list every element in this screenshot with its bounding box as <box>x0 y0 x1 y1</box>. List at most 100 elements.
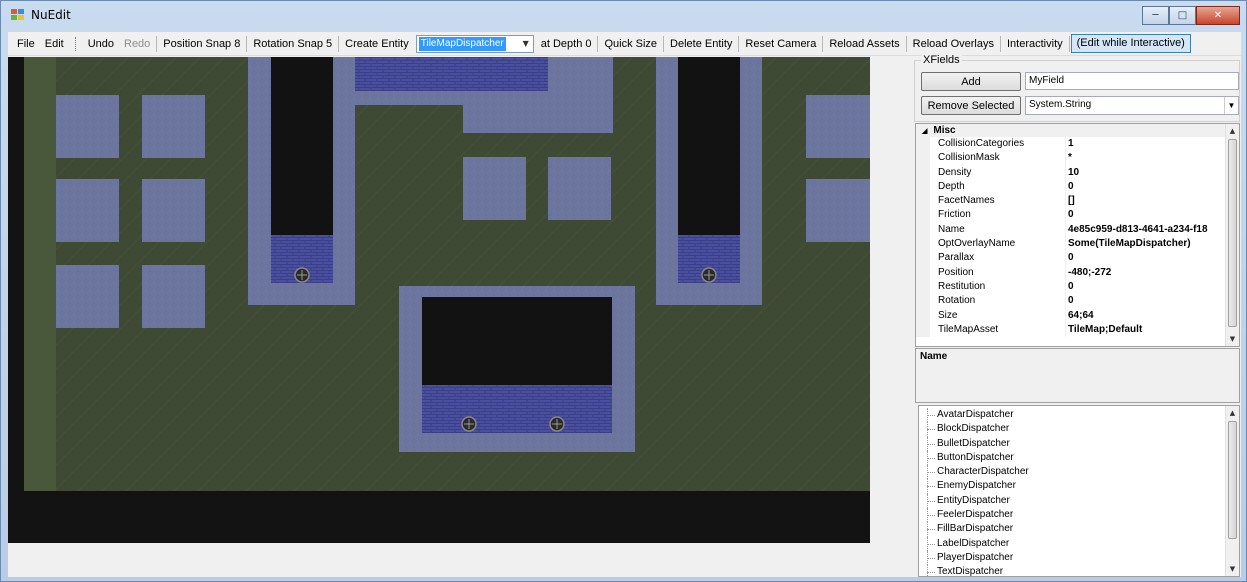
minimize-icon: ─ <box>1152 10 1159 21</box>
tree-item[interactable]: ButtonDispatcher <box>919 450 1239 466</box>
reload-overlays-button[interactable]: Reload Overlays <box>908 34 999 54</box>
tilemap-canvas <box>8 57 870 543</box>
tree-item[interactable]: FeelerDispatcher <box>919 508 1239 523</box>
property-value[interactable]: 0 <box>1068 251 1225 265</box>
at-depth-value[interactable]: 0 <box>585 34 596 54</box>
property-value[interactable]: 4e85c959-d813-4641-a234-f18 <box>1068 223 1225 237</box>
menu-edit[interactable]: Edit <box>40 34 69 54</box>
property-row[interactable]: OptOverlayName Some(TileMapDispatcher) <box>916 237 1239 252</box>
property-value[interactable]: 0 <box>1068 294 1225 308</box>
property-row[interactable]: CollisionCategories 1 <box>916 137 1239 152</box>
tree-item[interactable]: AvatarDispatcher <box>919 408 1239 423</box>
reload-assets-button[interactable]: Reload Assets <box>824 34 904 54</box>
property-grid[interactable]: ◢ Misc CollisionCategories 1 CollisionMask *… <box>915 123 1240 347</box>
property-grid-scrollbar[interactable]: ▲ ▼ <box>1225 124 1239 346</box>
tree-item[interactable]: CharacterDispatcher <box>919 465 1239 480</box>
center-pit-structure <box>399 286 635 452</box>
property-category[interactable]: ◢ Misc <box>916 124 1239 137</box>
property-value[interactable]: 64;64 <box>1068 309 1225 323</box>
minimize-button[interactable]: ─ <box>1142 6 1169 25</box>
separator <box>905 35 907 52</box>
edit-while-interactive-toggle[interactable]: (Edit while Interactive) <box>1070 34 1191 53</box>
property-row[interactable]: Position -480;-272 <box>916 265 1239 280</box>
close-button[interactable]: ✕ <box>1196 6 1240 25</box>
separator <box>156 35 158 52</box>
property-value[interactable]: -480;-272 <box>1068 266 1225 280</box>
property-value[interactable]: TileMap;Default <box>1068 323 1225 337</box>
property-value[interactable]: 0 <box>1068 280 1225 294</box>
maximize-icon: □ <box>1177 10 1188 21</box>
description-title: Name <box>920 351 948 362</box>
property-row[interactable]: CollisionMask * <box>916 151 1239 166</box>
delete-entity-button[interactable]: Delete Entity <box>665 34 737 54</box>
title-bar[interactable]: NuEdit ─ □ ✕ <box>1 1 1246 31</box>
tree-item[interactable]: LabelDispatcher <box>919 536 1239 552</box>
tree-item[interactable]: EnemyDispatcher <box>919 479 1239 495</box>
entity-dispatcher-combo[interactable]: TileMapDispatcher ▼ <box>415 34 534 53</box>
position-snap-value[interactable]: 8 <box>234 34 245 54</box>
separator <box>338 35 340 52</box>
property-value[interactable]: 0 <box>1068 208 1225 222</box>
reset-camera-button[interactable]: Reset Camera <box>740 34 821 54</box>
maximize-button[interactable]: □ <box>1169 6 1196 25</box>
property-value[interactable]: 0 <box>1068 180 1225 194</box>
tree-item[interactable]: BlockDispatcher <box>919 422 1239 437</box>
property-row[interactable]: Density 10 <box>916 165 1239 180</box>
property-key: Position <box>916 265 1066 280</box>
field-name-input[interactable]: MyField <box>1025 72 1239 90</box>
left-edge-strip <box>24 57 56 543</box>
field-type-select[interactable]: System.String ▼ <box>1025 96 1239 115</box>
property-value[interactable]: 1 <box>1068 137 1225 151</box>
menu-file[interactable]: File <box>12 34 40 54</box>
scrollbar-thumb[interactable] <box>1228 139 1237 327</box>
collapse-icon[interactable]: ◢ <box>922 128 927 135</box>
property-key: Restitution <box>916 279 1066 295</box>
scroll-up-icon[interactable]: ▲ <box>1226 406 1239 420</box>
field-type-value: System.String <box>1029 99 1092 110</box>
chevron-down-icon[interactable]: ▼ <box>519 36 533 52</box>
property-row[interactable]: Parallax 0 <box>916 251 1239 266</box>
dispatcher-tree[interactable]: AvatarDispatcher BlockDispatcher BulletDis… <box>918 405 1240 577</box>
property-row[interactable]: FacetNames[] <box>916 194 1239 209</box>
tree-item[interactable]: EntityDispatcher <box>919 493 1239 509</box>
tree-scrollbar[interactable]: ▲ ▼ <box>1225 406 1239 576</box>
property-key: Friction <box>916 208 1066 223</box>
scrollbar-thumb[interactable] <box>1228 421 1237 539</box>
tree-item[interactable]: BulletDispatcher <box>919 436 1239 452</box>
chevron-down-icon[interactable]: ▼ <box>1224 97 1238 114</box>
remove-selected-button[interactable]: Remove Selected <box>921 96 1021 115</box>
property-row[interactable]: Rotation 0 <box>916 294 1239 309</box>
property-value[interactable]: Some(TileMapDispatcher) <box>1068 237 1225 251</box>
property-row[interactable]: Friction 0 <box>916 208 1239 223</box>
property-row[interactable]: Restitution 0 <box>916 279 1239 295</box>
separator <box>663 35 665 52</box>
toolbar-grip <box>74 36 79 51</box>
property-value[interactable]: 10 <box>1068 166 1225 180</box>
rotation-snap-label: Rotation Snap <box>253 37 324 50</box>
tree-item[interactable]: TextDispatcher <box>919 565 1239 576</box>
category-label: Misc <box>933 125 956 136</box>
rotation-snap-value[interactable]: 5 <box>326 34 337 54</box>
quick-size-button[interactable]: Quick Size <box>599 34 662 54</box>
game-viewport[interactable] <box>8 57 870 543</box>
scroll-down-icon[interactable]: ▼ <box>1226 562 1239 576</box>
close-icon: ✕ <box>1213 10 1223 21</box>
property-value[interactable]: * <box>1068 151 1225 165</box>
property-row[interactable]: TileMapAsset TileMap;Default <box>916 322 1239 338</box>
add-field-button[interactable]: Add <box>921 72 1021 91</box>
scroll-up-icon[interactable]: ▲ <box>1226 124 1239 138</box>
property-key: Size <box>916 308 1066 323</box>
property-value[interactable]: [] <box>1068 194 1225 208</box>
property-key: CollisionMask <box>916 151 1066 166</box>
redo-button[interactable]: Redo <box>119 34 155 54</box>
property-row[interactable]: Name 4e85c959-d813-4641-a234-f18 <box>916 222 1239 238</box>
property-key: Rotation <box>916 294 1066 309</box>
create-entity-button[interactable]: Create Entity <box>340 34 414 54</box>
tree-item[interactable]: FillBarDispatcher <box>919 522 1239 537</box>
property-row[interactable]: Depth 0 <box>916 179 1239 195</box>
interactivity-button[interactable]: Interactivity <box>1002 34 1068 54</box>
undo-button[interactable]: Undo <box>83 34 119 54</box>
property-row[interactable]: Size 64;64 <box>916 308 1239 323</box>
scroll-down-icon[interactable]: ▼ <box>1226 332 1239 346</box>
tree-item[interactable]: PlayerDispatcher <box>919 550 1239 566</box>
